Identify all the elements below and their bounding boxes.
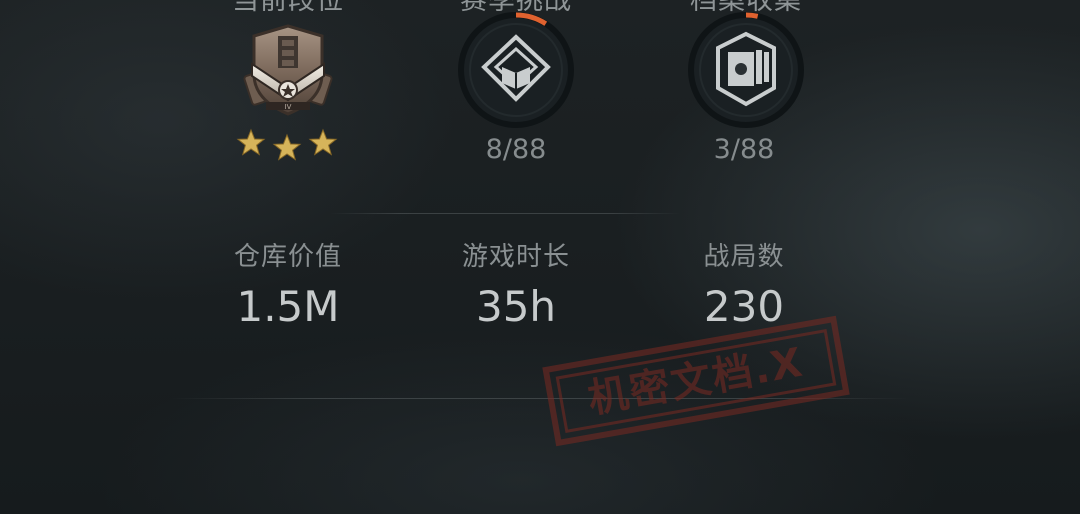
play-time-label: 游戏时长: [461, 242, 570, 272]
section-divider: [330, 213, 680, 214]
warehouse-value-label: 仓库价值: [233, 242, 342, 272]
rank-star-icon: [272, 133, 302, 161]
archive-collection-count: 3/88: [713, 134, 775, 165]
classified-stamp: 机密文档.X: [540, 311, 851, 452]
season-challenge-count: 8/88: [485, 134, 547, 165]
current-rank-label: 当前段位: [232, 0, 344, 16]
stamp-text: 机密文档.X: [584, 339, 808, 423]
play-time-value: 35h: [475, 282, 557, 331]
book-cube-icon: [472, 27, 560, 115]
svg-text:IV: IV: [285, 103, 292, 111]
rank-star-icon: [308, 128, 338, 156]
rank-badge-icon[interactable]: IV: [238, 22, 338, 122]
warehouse-value: 1.5M: [236, 282, 340, 331]
archive-box-icon: [702, 26, 790, 114]
profile-stats-panel: 当前段位 赛季挑战 档案收集 IV 8/88 3/88 仓库价值 1.5M 游戏…: [0, 0, 1080, 514]
matches-count-label: 战局数: [703, 242, 785, 272]
rank-star-icon: [236, 128, 266, 156]
